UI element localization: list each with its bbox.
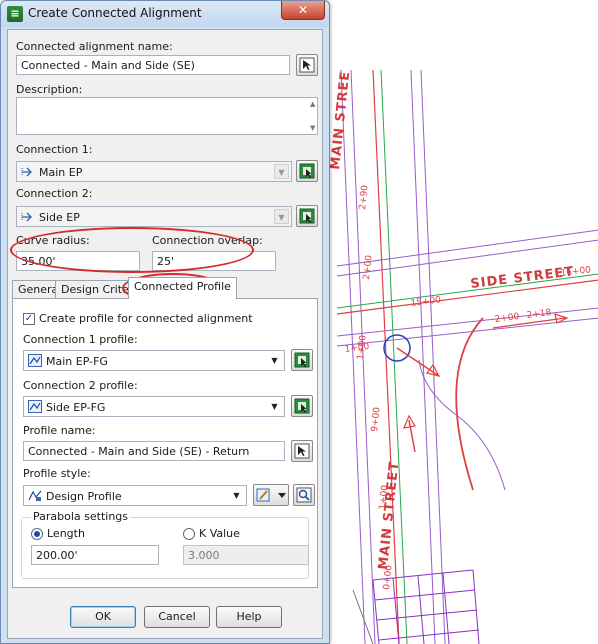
connection1-label: Connection 1: bbox=[16, 143, 93, 156]
street-plan-drawing: MAIN STREET MAIN STREET SIDE STREET 2+90… bbox=[328, 70, 598, 644]
station-label: 9+00 bbox=[370, 406, 383, 432]
k-value-label: K Value bbox=[199, 527, 240, 540]
connection2-profile-label: Connection 2 profile: bbox=[23, 379, 138, 392]
connection2-profile-value: Side EP-FG bbox=[46, 401, 106, 414]
pick-profile-icon bbox=[294, 352, 310, 368]
connection2-profile-select[interactable]: Side EP-FG ▼ bbox=[23, 396, 285, 417]
chevron-down-icon[interactable]: ▼ bbox=[267, 399, 282, 414]
connection1-value: Main EP bbox=[39, 166, 83, 179]
connection-overlap-label: Connection overlap: bbox=[152, 234, 263, 247]
chevron-down-icon[interactable]: ▼ bbox=[274, 209, 289, 224]
station-label: 15+00 bbox=[410, 295, 442, 309]
connected-profile-panel: ✓ Create profile for connected alignment… bbox=[12, 298, 318, 588]
connection2-profile-pick-button[interactable] bbox=[291, 395, 313, 417]
length-radio[interactable] bbox=[31, 528, 43, 540]
connection2-value: Side EP bbox=[39, 211, 80, 224]
dialog-title: Create Connected Alignment bbox=[28, 6, 202, 20]
preview-icon bbox=[296, 487, 312, 503]
station-label: 2+00 bbox=[362, 254, 375, 280]
station-label: 2+90 bbox=[358, 184, 371, 210]
edit-style-button[interactable] bbox=[253, 484, 289, 506]
station-label: 2+00 bbox=[494, 312, 520, 325]
scroll-up-icon[interactable]: ▲ bbox=[310, 100, 315, 108]
description-label: Description: bbox=[16, 83, 83, 96]
description-input[interactable] bbox=[16, 97, 318, 135]
profile-style-label: Profile style: bbox=[23, 467, 91, 480]
cancel-button[interactable]: Cancel bbox=[144, 606, 210, 628]
chevron-down-icon[interactable]: ▼ bbox=[229, 488, 244, 503]
profile-name-label: Profile name: bbox=[23, 424, 96, 437]
alignment-icon bbox=[21, 167, 32, 177]
pick-from-drawing-icon bbox=[294, 443, 310, 459]
connection1-select[interactable]: Main EP ▼ bbox=[16, 161, 292, 182]
title-bar[interactable]: ≡ Create Connected Alignment ✕ bbox=[1, 1, 329, 27]
preview-style-button[interactable] bbox=[293, 484, 315, 506]
main-street-label-bottom: MAIN STREET bbox=[376, 460, 402, 570]
profile-style-icon bbox=[28, 490, 42, 501]
station-label: 0+00 bbox=[382, 564, 395, 590]
alignment-icon bbox=[21, 212, 32, 222]
station-label: 2+18 bbox=[526, 308, 552, 321]
pick-from-drawing-button[interactable] bbox=[296, 54, 318, 76]
connection2-select[interactable]: Side EP ▼ bbox=[16, 206, 292, 227]
close-button[interactable]: ✕ bbox=[281, 1, 325, 20]
tab-connected-profile[interactable]: Connected Profile bbox=[128, 277, 237, 299]
profile-name-pick-button[interactable] bbox=[291, 440, 313, 462]
pick-profile-icon bbox=[294, 398, 310, 414]
connection1-profile-select[interactable]: Main EP-FG ▼ bbox=[23, 350, 285, 371]
connection1-profile-value: Main EP-FG bbox=[46, 355, 108, 368]
ok-button[interactable]: OK bbox=[70, 606, 136, 628]
profile-style-select[interactable]: Design Profile ▼ bbox=[23, 485, 247, 506]
alignment-name-label: Connected alignment name: bbox=[16, 40, 173, 53]
connection-overlap-input[interactable]: 25' bbox=[152, 251, 276, 271]
connection2-pick-button[interactable] bbox=[296, 205, 318, 227]
edit-style-icon bbox=[256, 488, 286, 502]
pick-alignment-icon bbox=[299, 163, 315, 179]
scroll-down-icon[interactable]: ▼ bbox=[310, 124, 315, 132]
dialog-body: Connected alignment name: Connected - Ma… bbox=[7, 29, 323, 639]
help-button[interactable]: Help bbox=[216, 606, 282, 628]
parabola-settings-label: Parabola settings bbox=[31, 510, 131, 523]
k-value-radio[interactable] bbox=[183, 528, 195, 540]
pick-from-drawing-icon bbox=[299, 57, 315, 73]
create-profile-checkbox[interactable]: ✓ bbox=[23, 313, 35, 325]
chevron-down-icon[interactable]: ▼ bbox=[267, 353, 282, 368]
chevron-down-icon[interactable]: ▼ bbox=[274, 164, 289, 179]
connection2-label: Connection 2: bbox=[16, 187, 93, 200]
profile-name-input[interactable]: Connected - Main and Side (SE) - Return bbox=[23, 441, 285, 461]
curve-radius-label: Curve radius: bbox=[16, 234, 90, 247]
create-profile-label: Create profile for connected alignment bbox=[39, 312, 253, 325]
civil3d-app-icon: ≡ bbox=[7, 6, 23, 22]
length-input[interactable]: 200.00' bbox=[31, 545, 159, 565]
k-value-input[interactable]: 3.000 bbox=[183, 545, 309, 565]
create-connected-alignment-dialog: ≡ Create Connected Alignment ✕ Connected… bbox=[0, 0, 330, 644]
profile-style-value: Design Profile bbox=[46, 490, 122, 503]
connection1-profile-pick-button[interactable] bbox=[291, 349, 313, 371]
connection1-pick-button[interactable] bbox=[296, 160, 318, 182]
drawing-viewport[interactable]: MAIN STREET MAIN STREET SIDE STREET 2+90… bbox=[322, 70, 598, 644]
profile-icon bbox=[28, 400, 42, 413]
pick-alignment-icon bbox=[299, 208, 315, 224]
curve-radius-input[interactable]: 35.00' bbox=[16, 251, 140, 271]
length-label: Length bbox=[47, 527, 85, 540]
alignment-name-input[interactable]: Connected - Main and Side (SE) bbox=[16, 55, 290, 75]
connection1-profile-label: Connection 1 profile: bbox=[23, 333, 138, 346]
profile-icon bbox=[28, 354, 42, 367]
main-street-label-top: MAIN STREET bbox=[328, 70, 354, 170]
